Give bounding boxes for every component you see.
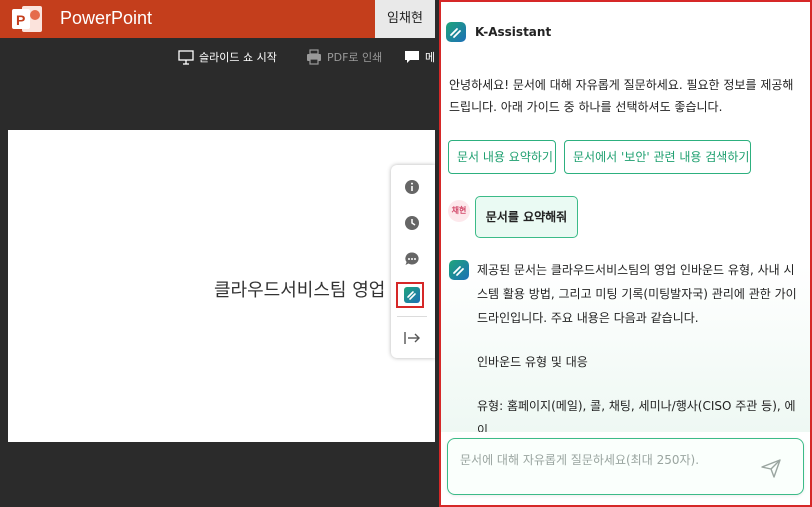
slide[interactable]: 클라우드서비스팀 영업 (8, 130, 435, 442)
info-button[interactable] (402, 177, 422, 197)
print-pdf-button[interactable]: PDF로 인쇄 (306, 48, 382, 66)
powerpoint-logo-icon: P (12, 6, 42, 32)
slide-title: 클라우드서비스팀 영업 (214, 280, 386, 301)
user-avatar: 채현 (448, 200, 470, 222)
assistant-message-line: 유형: 홈페이지(메일), 콜, 채팅, 세미나/행사(CISO 주관 등), … (477, 399, 796, 432)
comment-label: 메 (425, 51, 436, 64)
assistant-logo-icon (446, 22, 466, 42)
slide-canvas: 클라우드서비스팀 영업 (0, 74, 435, 507)
suggestion-summarize-button[interactable]: 문서 내용 요약하기 (448, 140, 556, 174)
assistant-button[interactable] (402, 285, 422, 305)
ppt-titlebar: P PowerPoint (0, 0, 435, 38)
assistant-message: 제공된 문서는 클라우드서비스팀의 영업 인바운드 유형, 사내 시스템 활용 … (477, 258, 805, 432)
side-rail (391, 165, 435, 358)
history-button[interactable] (402, 213, 422, 233)
rail-divider (397, 316, 427, 317)
k-assistant-panel: K-Assistant 안녕하세요! 문서에 대해 자유롭게 질문하세요. 필요… (439, 0, 812, 507)
presentation-icon (178, 50, 194, 65)
start-slideshow-label: 슬라이드 쇼 시작 (199, 51, 277, 64)
chat-input[interactable] (458, 449, 762, 471)
comment-button[interactable]: 메 (404, 48, 435, 66)
ppt-toolbar: 슬라이드 쇼 시작 PDF로 인쇄 메 (0, 38, 435, 74)
send-icon[interactable] (760, 457, 782, 479)
chat-input-box (447, 438, 804, 495)
start-slideshow-button[interactable]: 슬라이드 쇼 시작 (178, 48, 277, 66)
printer-icon (307, 49, 321, 65)
suggestion-search-security-button[interactable]: 문서에서 '보안' 관련 내용 검색하기 (564, 140, 751, 174)
assistant-message-line: 인바운드 유형 및 대응 (477, 355, 588, 369)
svg-text:P: P (16, 12, 25, 28)
clock-icon (405, 216, 419, 230)
assistant-avatar-icon (449, 260, 469, 280)
chat-history[interactable]: 안녕하세요! 문서에 대해 자유롭게 질문하세요. 필요한 정보를 제공해 드립… (441, 62, 810, 432)
info-icon (405, 180, 419, 194)
assistant-title: K-Assistant (475, 25, 552, 39)
collapse-button[interactable] (402, 328, 422, 348)
greeting-message: 안녕하세요! 문서에 대해 자유롭게 질문하세요. 필요한 정보를 제공해 드립… (449, 78, 794, 114)
arrow-right-bar-icon (404, 332, 420, 344)
user-message: 문서를 요약해줘 (475, 196, 578, 238)
assistant-header: K-Assistant (441, 2, 810, 63)
chat-button[interactable] (402, 249, 422, 269)
print-pdf-label: PDF로 인쇄 (327, 51, 383, 64)
assistant-message-line: 제공된 문서는 클라우드서비스팀의 영업 인바운드 유형, 사내 시스템 활용 … (477, 263, 797, 325)
assistant-logo-icon (404, 287, 420, 303)
comment-icon (405, 51, 419, 63)
user-name-button[interactable]: 임채현 (375, 0, 435, 38)
chat-icon (405, 252, 419, 265)
app-name: PowerPoint (60, 8, 153, 28)
